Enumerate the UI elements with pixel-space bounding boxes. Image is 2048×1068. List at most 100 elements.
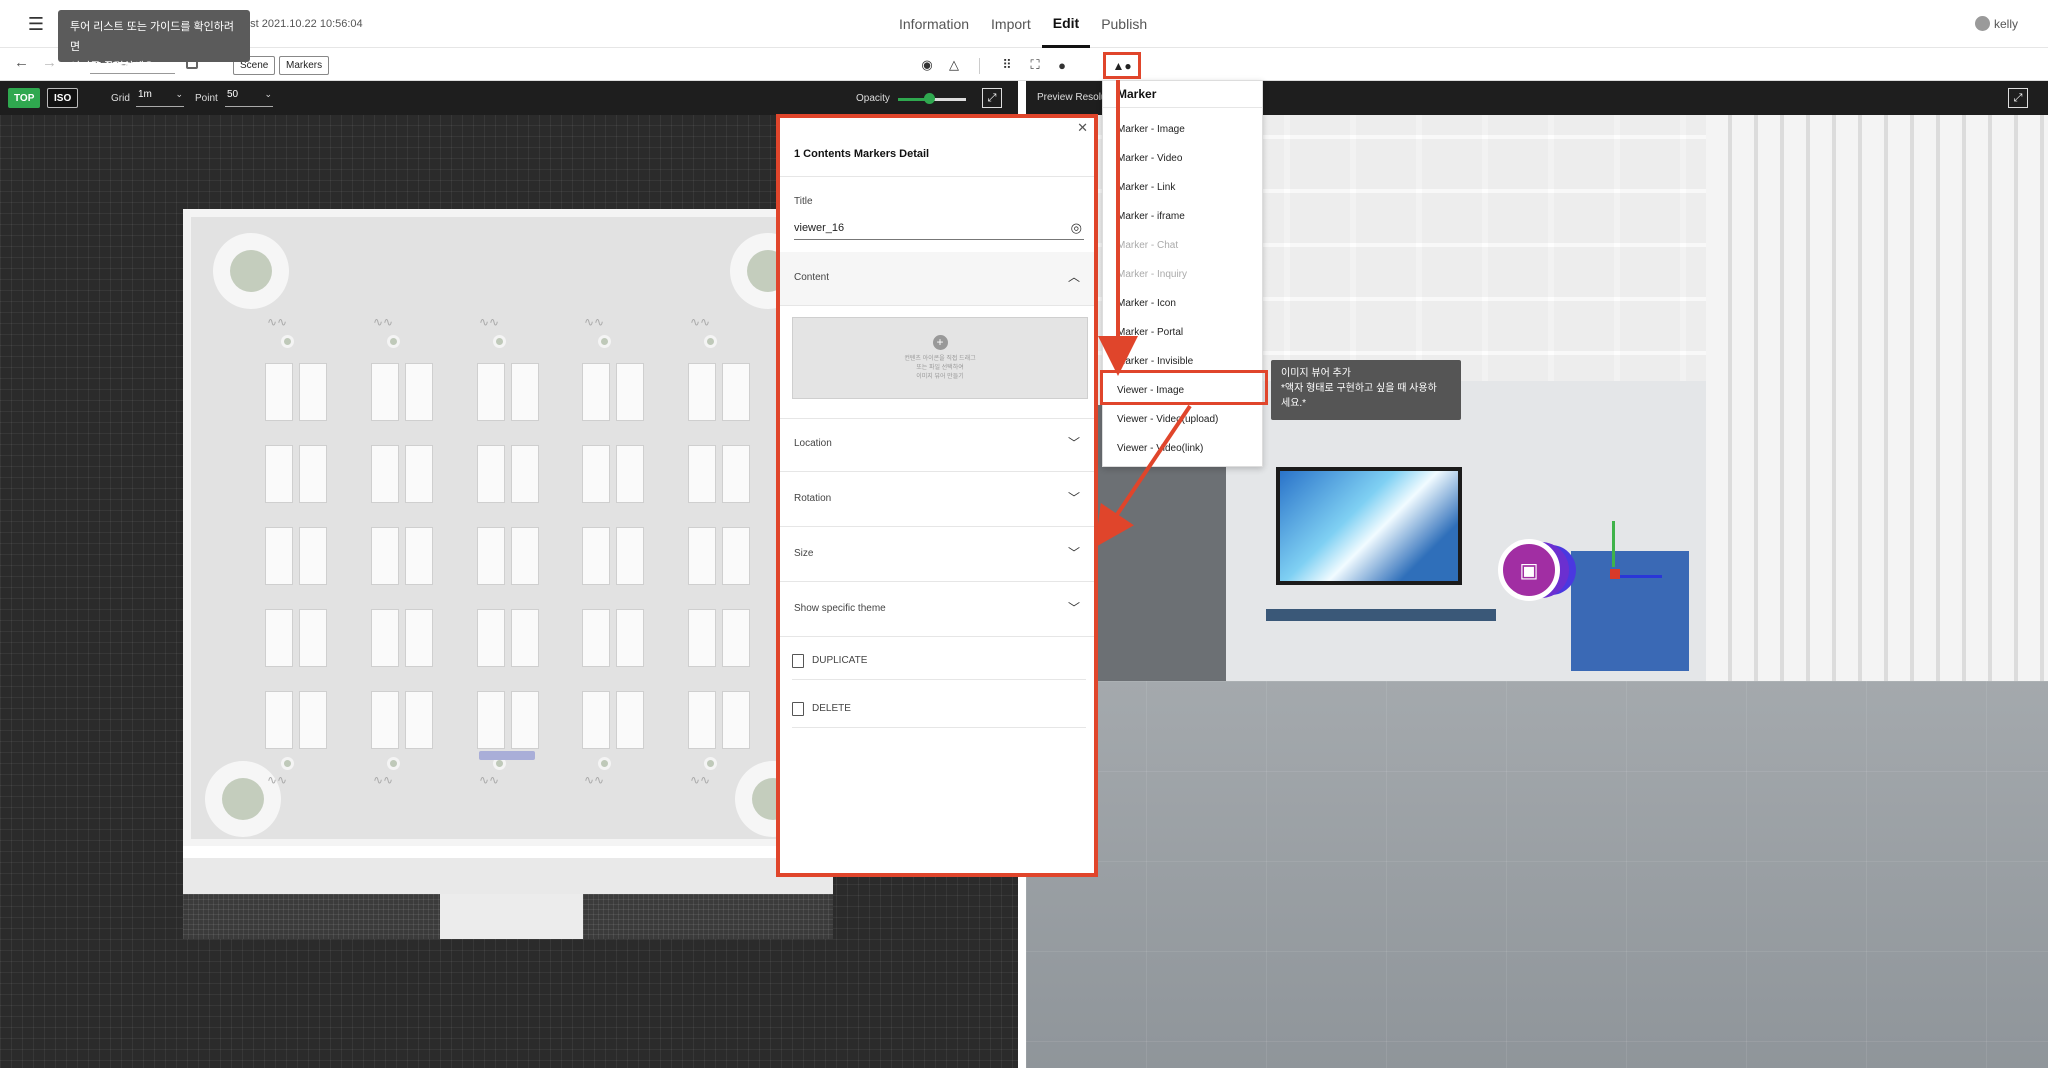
booth-panel[interactable] [616,609,644,667]
expand-2d-icon[interactable]: ⤢ [982,88,1002,108]
booth-panel[interactable] [582,363,610,421]
content-section-header[interactable]: Content ︿ [780,252,1094,306]
booth-panel[interactable] [511,691,539,749]
booth-panel[interactable] [265,609,293,667]
booth-panel[interactable] [265,527,293,585]
booth-panel[interactable] [616,691,644,749]
booth-panel[interactable] [371,609,399,667]
tab-import[interactable]: Import [980,0,1042,48]
image-viewer-marker-icon[interactable]: ▣ [1498,539,1560,601]
booth-panel[interactable] [477,691,505,749]
grid-icon[interactable]: ⠿ [998,56,1016,74]
gizmo-x-axis[interactable] [1616,575,1662,578]
booth-panel[interactable] [477,609,505,667]
booth-panel[interactable] [722,609,750,667]
markers-chip[interactable]: Markers [279,56,330,75]
guide-tooltip[interactable]: 투어 리스트 또는 가이드를 확인하려면 여기를 클릭하세요 ✓ [58,10,250,73]
booth-panel[interactable] [616,445,644,503]
booth-panel[interactable] [511,363,539,421]
close-icon[interactable]: ✕ [1077,120,1088,136]
booth-panel[interactable] [722,445,750,503]
booth-panel[interactable] [299,445,327,503]
booth-panel[interactable] [299,527,327,585]
booth-panel[interactable] [511,609,539,667]
theme-section-header[interactable]: Show specific theme ﹀ [780,583,1094,637]
title-input[interactable]: viewer_16 ◎ [794,216,1084,240]
booth-panel[interactable] [582,445,610,503]
booth-panel[interactable] [582,609,610,667]
booth-panel[interactable] [511,527,539,585]
booth-panel[interactable] [688,609,716,667]
booth-panel[interactable] [722,363,750,421]
eye-off-icon[interactable]: ◎ [1071,220,1082,236]
booth-panel[interactable] [722,691,750,749]
back-arrow-icon[interactable]: ← [14,54,29,71]
triangle-icon[interactable]: △ [945,56,963,74]
booth-panel[interactable] [405,691,433,749]
rotation-section-header[interactable]: Rotation ﹀ [780,473,1094,527]
menu-item-marker-inquiry[interactable]: Marker - Inquiry [1117,269,1187,280]
location-section-header[interactable]: Location ﹀ [780,418,1094,472]
booth-panel[interactable] [616,527,644,585]
add-marker-button[interactable]: ▲● [1103,52,1141,79]
booth-panel[interactable] [371,445,399,503]
booth-panel[interactable] [299,363,327,421]
booth-panel[interactable] [688,363,716,421]
booth-panel[interactable] [688,527,716,585]
point-select[interactable]: 50 ⌄ [225,89,273,107]
tab-information[interactable]: Information [888,0,980,48]
booth-panel[interactable] [511,445,539,503]
expand-3d-icon[interactable]: ⤢ [2008,88,2028,108]
menu-item-viewer-video-upload[interactable]: Viewer - Video(upload) [1117,414,1218,425]
menu-item-viewer-video-link[interactable]: Viewer - Video(link) [1117,443,1203,454]
booth-panel[interactable] [688,691,716,749]
top-view-button[interactable]: TOP [8,88,41,108]
tab-edit[interactable]: Edit [1041,0,1091,48]
floorplan-map[interactable]: ∿∿ ∿∿ ∿∿ ∿∿ ∿∿ ∿∿ ∿∿ ∿∿ ∿∿ ∿∿ [183,209,833,939]
gizmo-y-axis[interactable] [1612,521,1615,567]
booth-panel[interactable] [405,363,433,421]
menu-item-marker-link[interactable]: Marker - Link [1117,182,1175,193]
menu-item-marker-icon[interactable]: Marker - Icon [1117,298,1176,309]
booth-panel[interactable] [405,445,433,503]
booth-panel[interactable] [582,527,610,585]
booth-panel[interactable] [477,445,505,503]
tab-publish[interactable]: Publish [1090,0,1158,48]
content-dropzone[interactable]: + 컨텐츠 아이콘을 직접 드래그 또는 파일 선택하여 이미지 뷰어 만들기 [792,317,1088,399]
booth-panel[interactable] [405,609,433,667]
menu-item-marker-chat[interactable]: Marker - Chat [1117,240,1178,251]
forward-arrow-icon[interactable]: → [42,54,57,71]
menu-item-marker-portal[interactable]: Marker - Portal [1117,327,1183,338]
booth-panel[interactable] [265,445,293,503]
menu-item-marker-video[interactable]: Marker - Video [1117,153,1182,164]
booth-panel[interactable] [477,527,505,585]
gizmo-origin[interactable] [1610,569,1620,579]
location-pin-icon[interactable]: ● [1053,56,1071,74]
delete-button[interactable]: DELETE [792,690,1086,728]
menu-item-marker-invisible[interactable]: Marker - Invisible [1117,356,1193,367]
eye-icon[interactable]: ◉ [918,56,936,74]
booth-panel[interactable] [265,363,293,421]
booth-panel[interactable] [688,445,716,503]
grid-select[interactable]: 1m ⌄ [136,89,184,107]
menu-item-marker-iframe[interactable]: Marker - iframe [1117,211,1185,222]
menu-item-marker-image[interactable]: Marker - Image [1117,124,1185,135]
booth-panel[interactable] [477,363,505,421]
booth-panel[interactable] [722,527,750,585]
booth-panel[interactable] [371,527,399,585]
booth-panel[interactable] [616,363,644,421]
booth-panel[interactable] [299,609,327,667]
hamburger-menu-icon[interactable]: ☰ [18,10,54,38]
selected-viewer-marker[interactable] [479,751,535,760]
frame-icon[interactable]: ⛶ [1026,56,1044,74]
booth-panel[interactable] [371,691,399,749]
booth-panel[interactable] [582,691,610,749]
booth-panel[interactable] [265,691,293,749]
opacity-slider-handle[interactable] [923,93,935,104]
duplicate-button[interactable]: DUPLICATE [792,642,1086,680]
booth-panel[interactable] [299,691,327,749]
iso-view-button[interactable]: ISO [47,88,79,108]
booth-panel[interactable] [405,527,433,585]
user-menu[interactable]: kelly [1974,16,2018,31]
booth-panel[interactable] [371,363,399,421]
